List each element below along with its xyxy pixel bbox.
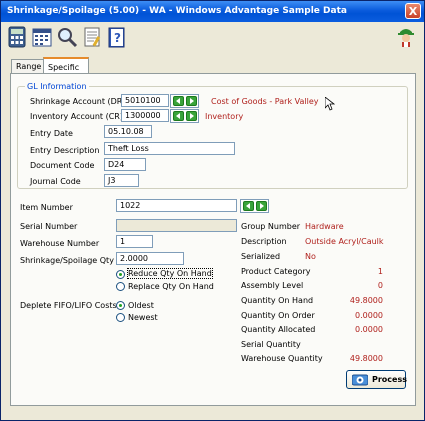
reduce-qty-radio[interactable] <box>116 270 125 279</box>
title-bar[interactable]: Shrinkage/Spoilage (5.00) - WA - Windows… <box>1 1 424 22</box>
shrinkage-account-label: Shrinkage Account (DR) <box>30 97 126 106</box>
serial-quantity-label: Serial Quantity <box>241 340 301 349</box>
help-icon[interactable]: ? <box>106 26 128 48</box>
journal-code-input[interactable]: J3 <box>104 174 139 187</box>
inventory-account-input[interactable]: 1300000 <box>121 109 169 122</box>
tab-range[interactable]: Range <box>11 59 47 74</box>
quantity-allocated-label: Quantity Allocated <box>241 325 316 334</box>
quantity-allocated-value: 0.0000 <box>355 325 383 334</box>
assembly-level-label: Assembly Level <box>241 281 304 290</box>
next-account-button[interactable] <box>186 96 197 106</box>
oldest-radio[interactable] <box>116 301 125 310</box>
entry-date-label: Entry Date <box>30 129 73 138</box>
warehouse-number-label: Warehouse Number <box>20 239 100 248</box>
newest-label[interactable]: Newest <box>128 313 158 322</box>
warehouse-quantity-label: Warehouse Quantity <box>241 354 323 363</box>
group-number-value: Hardware <box>305 222 344 231</box>
svg-text:?: ? <box>114 31 121 45</box>
serial-number-label: Serial Number <box>20 222 78 231</box>
serial-number-input[interactable] <box>116 219 237 232</box>
newest-radio[interactable] <box>116 313 125 322</box>
serialized-value: No <box>305 252 316 261</box>
document-code-label: Document Code <box>30 161 95 170</box>
next-inventory-button[interactable] <box>186 111 197 121</box>
previous-item-button[interactable] <box>243 201 254 211</box>
description-value: Outside Acryl/Caulk <box>305 237 384 246</box>
toolbar: ? <box>1 22 424 54</box>
close-button[interactable]: X <box>405 3 421 19</box>
calculator-icon[interactable] <box>6 26 28 48</box>
shrinkage-qty-label: Shrinkage/Spoilage Qty <box>20 256 114 265</box>
item-number-label: Item Number <box>20 203 73 212</box>
notes-icon[interactable] <box>81 26 103 48</box>
quantity-on-order-value: 0.0000 <box>355 311 383 320</box>
inventory-account-description: Inventory <box>205 112 244 121</box>
description-label: Description <box>241 237 287 246</box>
product-category-label: Product Category <box>241 267 311 276</box>
calendar-icon[interactable] <box>31 26 53 48</box>
deplete-costs-label: Deplete FIFO/LIFO Costs <box>20 301 117 310</box>
document-code-input[interactable]: D24 <box>104 158 146 171</box>
next-item-button[interactable] <box>256 201 267 211</box>
previous-account-button[interactable] <box>173 96 184 106</box>
app-window: Shrinkage/Spoilage (5.00) - WA - Windows… <box>0 0 425 421</box>
item-number-nav <box>240 199 269 213</box>
replace-qty-radio[interactable] <box>116 282 125 291</box>
shrinkage-account-input[interactable]: 5010100 <box>121 94 169 107</box>
entry-description-input[interactable]: Theft Loss <box>104 142 235 155</box>
product-category-value: 1 <box>377 267 383 276</box>
quantity-on-hand-label: Quantity On Hand <box>241 296 314 305</box>
shrinkage-account-nav <box>170 94 199 108</box>
shrinkage-account-description: Cost of Goods - Park Valley <box>211 97 319 106</box>
reduce-qty-label[interactable]: Reduce Qty On Hand <box>127 268 213 279</box>
replace-qty-label[interactable]: Replace Qty On Hand <box>128 282 214 291</box>
process-button[interactable]: Process <box>346 370 407 389</box>
window-title: Shrinkage/Spoilage (5.00) - WA - Windows… <box>7 6 347 16</box>
process-icon <box>351 373 369 389</box>
quantity-on-hand-value: 49.8000 <box>349 296 383 305</box>
item-number-input[interactable]: 1022 <box>116 199 237 212</box>
previous-inventory-button[interactable] <box>173 111 184 121</box>
quantity-on-order-label: Quantity On Order <box>241 311 315 320</box>
warehouse-number-input[interactable]: 1 <box>116 235 153 248</box>
entry-description-label: Entry Description <box>30 146 100 155</box>
oldest-label[interactable]: Oldest <box>128 301 154 310</box>
mouse-cursor-icon <box>324 96 336 113</box>
group-number-label: Group Number <box>241 222 301 231</box>
entry-date-input[interactable]: 05.10.08 <box>104 125 152 138</box>
inventory-account-nav <box>170 109 199 123</box>
search-icon[interactable] <box>56 26 78 48</box>
warehouse-quantity-value: 49.8000 <box>349 354 383 363</box>
shrinkage-qty-input[interactable]: 2.0000 <box>116 252 184 265</box>
journal-code-label: Journal Code <box>30 177 81 186</box>
inventory-account-label: Inventory Account (CR) <box>30 112 123 121</box>
assembly-level-value: 0 <box>377 281 383 290</box>
serialized-label: Serialized <box>241 252 281 261</box>
mascot-icon <box>395 26 417 48</box>
process-label: Process <box>372 375 407 384</box>
gl-information-heading: GL Information <box>25 82 89 91</box>
